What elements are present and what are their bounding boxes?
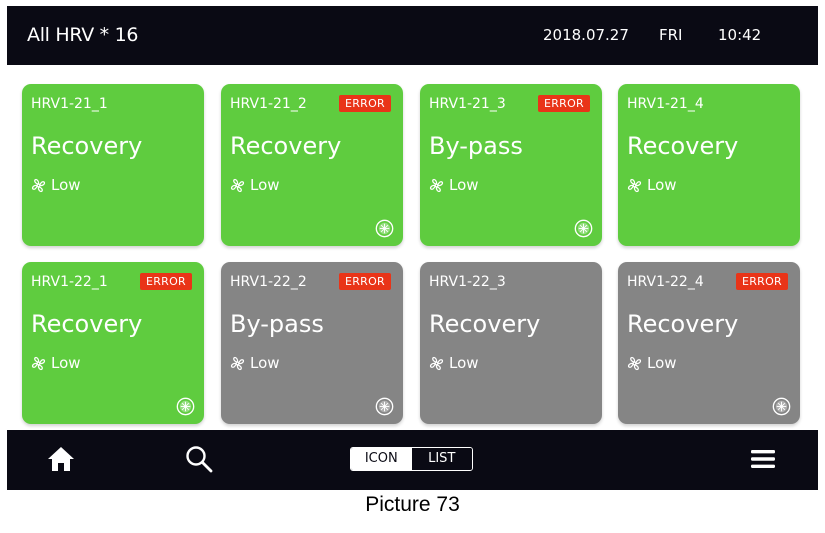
view-list-button[interactable]: LIST	[411, 448, 472, 470]
hrv-tile[interactable]: HRV1-22_2 ERROR By-pass Low	[221, 262, 403, 424]
error-badge: ERROR	[338, 95, 391, 112]
fan-speed: Low	[31, 176, 81, 194]
fan-speed-label: Low	[647, 354, 677, 372]
fan-speed: Low	[230, 354, 280, 372]
fan-icon	[627, 356, 642, 370]
tile-name: HRV1-21_1	[31, 96, 108, 112]
tile-name: HRV1-21_3	[429, 96, 506, 112]
fan-icon	[230, 356, 245, 370]
search-icon[interactable]	[185, 445, 213, 473]
fan-speed: Low	[627, 354, 677, 372]
page-title: All HRV * 16	[27, 24, 139, 46]
error-badge: ERROR	[735, 273, 788, 290]
fan-speed: Low	[627, 176, 677, 194]
error-badge: ERROR	[537, 95, 590, 112]
tile-mode: Recovery	[31, 310, 143, 338]
fan-speed-label: Low	[449, 176, 479, 194]
fan-speed-label: Low	[51, 176, 81, 194]
hrv-tile[interactable]: HRV1-22_3 Recovery Low	[420, 262, 602, 424]
fan-speed: Low	[230, 176, 280, 194]
hrv-tile-grid: HRV1-21_1 Recovery Low HRV1-21_2 ERROR Recove…	[7, 65, 818, 430]
tile-mode: Recovery	[627, 310, 739, 338]
tile-name: HRV1-22_2	[230, 274, 307, 290]
fan-icon	[31, 178, 46, 192]
home-icon[interactable]	[47, 446, 75, 472]
tile-name: HRV1-21_2	[230, 96, 307, 112]
bottom-bar: ICON LIST	[7, 430, 818, 490]
error-badge: ERROR	[338, 273, 391, 290]
fan-speed-label: Low	[647, 176, 677, 194]
filter-icon	[375, 219, 394, 238]
tile-name: HRV1-22_3	[429, 274, 506, 290]
filter-icon	[176, 397, 195, 416]
hrv-tile[interactable]: HRV1-22_1 ERROR Recovery Low	[22, 262, 204, 424]
menu-icon[interactable]	[751, 447, 775, 471]
fan-speed: Low	[429, 176, 479, 194]
fan-speed-label: Low	[250, 354, 280, 372]
hrv-tile[interactable]: HRV1-21_4 Recovery Low	[618, 84, 800, 246]
time-display: 10:42	[718, 26, 762, 44]
hrv-tile[interactable]: HRV1-22_4 ERROR Recovery Low	[618, 262, 800, 424]
filter-icon	[772, 397, 791, 416]
fan-speed: Low	[31, 354, 81, 372]
fan-speed-label: Low	[250, 176, 280, 194]
figure-caption: Picture 73	[365, 493, 460, 516]
fan-icon	[230, 178, 245, 192]
tile-mode: Recovery	[627, 132, 739, 160]
filter-icon	[574, 219, 593, 238]
fan-icon	[31, 356, 46, 370]
hrv-tile[interactable]: HRV1-21_3 ERROR By-pass Low	[420, 84, 602, 246]
filter-icon	[375, 397, 394, 416]
tile-name: HRV1-22_1	[31, 274, 108, 290]
tile-mode: By-pass	[429, 132, 523, 160]
fan-speed-label: Low	[449, 354, 479, 372]
day-display: FRI	[659, 26, 683, 44]
view-icon-button[interactable]: ICON	[351, 448, 412, 470]
fan-icon	[429, 178, 444, 192]
device-screen: All HRV * 16 2018.07.27 FRI 10:42 HRV1-2…	[7, 6, 818, 490]
tile-mode: By-pass	[230, 310, 324, 338]
tile-name: HRV1-22_4	[627, 274, 704, 290]
tile-mode: Recovery	[429, 310, 541, 338]
tile-name: HRV1-21_4	[627, 96, 704, 112]
hrv-tile[interactable]: HRV1-21_1 Recovery Low	[22, 84, 204, 246]
hrv-tile[interactable]: HRV1-21_2 ERROR Recovery Low	[221, 84, 403, 246]
fan-speed: Low	[429, 354, 479, 372]
fan-icon	[627, 178, 642, 192]
tile-mode: Recovery	[230, 132, 342, 160]
error-badge: ERROR	[139, 273, 192, 290]
fan-icon	[429, 356, 444, 370]
view-toggle: ICON LIST	[350, 447, 473, 471]
tile-mode: Recovery	[31, 132, 143, 160]
fan-speed-label: Low	[51, 354, 81, 372]
top-bar: All HRV * 16 2018.07.27 FRI 10:42	[7, 6, 818, 65]
date-display: 2018.07.27	[543, 26, 629, 44]
